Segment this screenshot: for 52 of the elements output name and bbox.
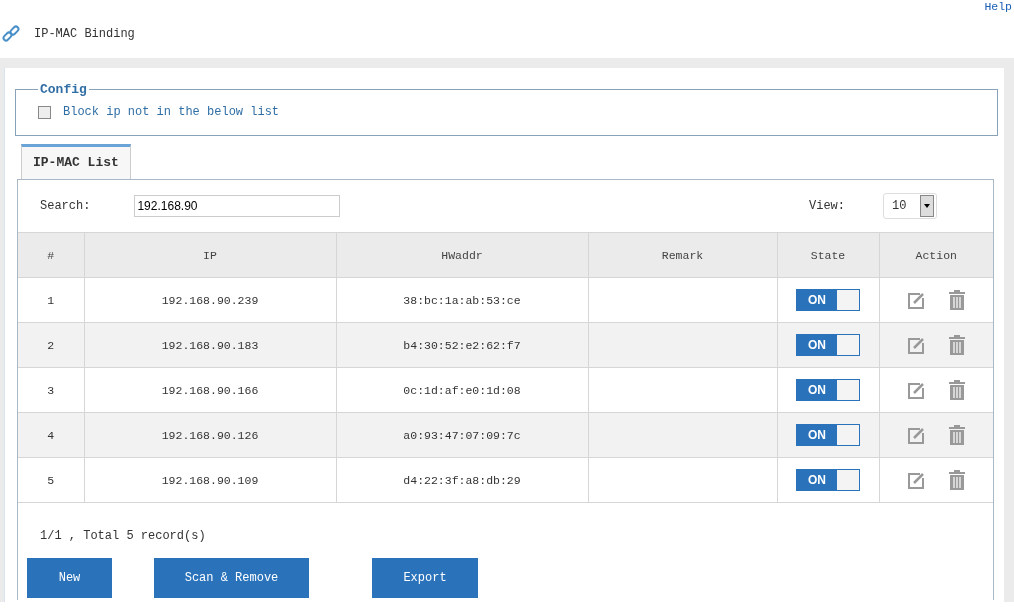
table-cell: 2: [18, 322, 84, 368]
action-button[interactable]: Scan & Remove: [154, 558, 309, 598]
page-title: IP-MAC Binding: [34, 27, 135, 41]
trash-icon[interactable]: [948, 424, 967, 446]
column-header: IP: [84, 232, 336, 278]
tab[interactable]: IP-MAC List: [21, 144, 131, 179]
search-label: Search:: [40, 199, 91, 213]
column-header: HWaddr: [336, 232, 588, 278]
table-cell: 1: [18, 277, 84, 323]
table-cell: 192.168.90.166: [84, 367, 336, 413]
table-cell: 192.168.90.239: [84, 277, 336, 323]
edit-icon[interactable]: [906, 380, 927, 400]
table-cell: 0c:1d:af:e0:1d:08: [336, 367, 588, 413]
trash-icon[interactable]: [948, 469, 967, 491]
dropdown-icon: [920, 195, 934, 217]
table-cell: 4: [18, 412, 84, 458]
edit-icon[interactable]: [906, 425, 927, 445]
action-button[interactable]: New: [27, 558, 112, 598]
table-cell: 3: [18, 367, 84, 413]
edit-icon[interactable]: [906, 335, 927, 355]
edit-icon[interactable]: [906, 290, 927, 310]
trash-icon[interactable]: [948, 379, 967, 401]
view-label: View:: [809, 199, 845, 213]
state-toggle[interactable]: ON: [796, 424, 860, 446]
state-toggle[interactable]: ON: [796, 334, 860, 356]
column-header: Action: [879, 232, 993, 278]
state-toggle[interactable]: ON: [796, 379, 860, 401]
table-cell: 5: [18, 457, 84, 503]
column-header: State: [777, 232, 879, 278]
column-header: Remark: [588, 232, 777, 278]
search-field[interactable]: 192.168.90: [134, 195, 341, 217]
table-cell: d4:22:3f:a8:db:29: [336, 457, 588, 503]
table-cell: 192.168.90.126: [84, 412, 336, 458]
config-legend: Config: [38, 82, 89, 97]
trash-icon[interactable]: [948, 289, 967, 311]
table-cell: 192.168.90.109: [84, 457, 336, 503]
checkbox[interactable]: [38, 105, 51, 119]
table-cell: 192.168.90.183: [84, 322, 336, 368]
link-icon: [2, 25, 20, 43]
checkbox-label: Block ip not in the below list: [63, 105, 280, 119]
state-toggle[interactable]: ON: [796, 469, 860, 491]
action-button[interactable]: Export: [372, 558, 478, 598]
state-toggle[interactable]: ON: [796, 289, 860, 311]
edit-icon[interactable]: [906, 470, 927, 490]
trash-icon[interactable]: [948, 334, 967, 356]
column-header: #: [18, 232, 84, 278]
table-cell: a0:93:47:07:09:7c: [336, 412, 588, 458]
table-cell: b4:30:52:e2:62:f7: [336, 322, 588, 368]
view-select[interactable]: 10: [883, 193, 937, 219]
table-cell: 38:bc:1a:ab:53:ce: [336, 277, 588, 323]
pagination-info: 1/1 , Total 5 record(s): [40, 529, 207, 543]
help-link[interactable]: Help: [984, 0, 1012, 16]
